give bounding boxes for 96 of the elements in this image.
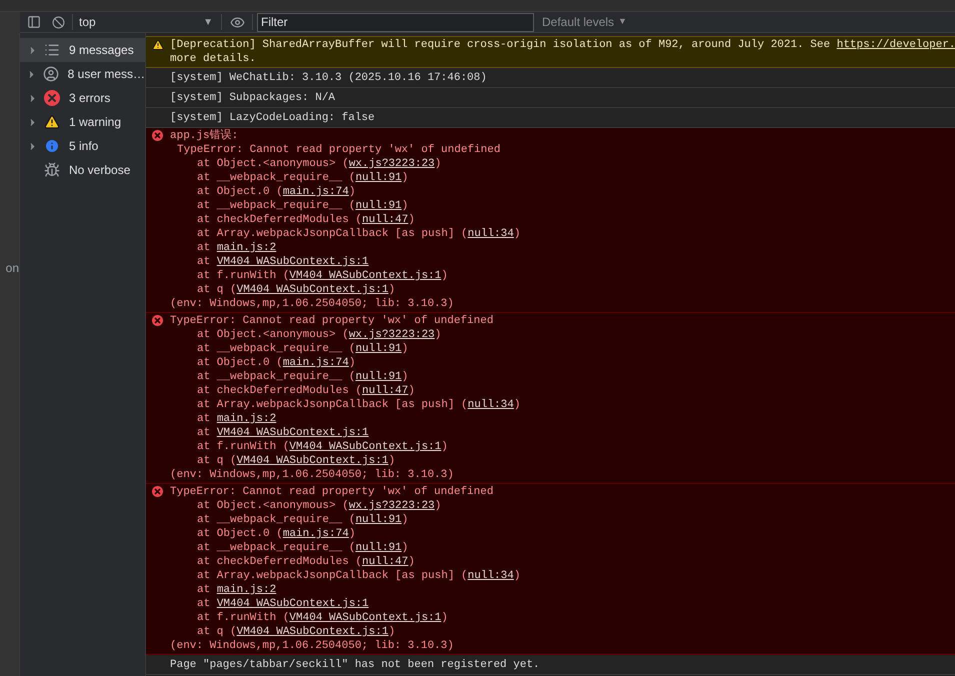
url-link[interactable]: https://developer.	[836, 39, 955, 51]
source-link[interactable]: VM404 WASubContext.js:1	[236, 626, 388, 638]
stack-frame: at f.runWith (VM404 WASubContext.js:1)	[170, 611, 520, 625]
source-link[interactable]: null:91	[355, 542, 402, 554]
stack-frame: at Object.<anonymous> (wx.js?3223:23)	[170, 157, 520, 171]
source-link[interactable]: null:47	[362, 214, 408, 226]
source-link[interactable]: main.js:74	[282, 186, 349, 198]
source-link[interactable]: VM404 WASubContext.js:1	[216, 598, 369, 610]
log-message: [system] Subpackages: N/A	[170, 91, 336, 105]
list-icon	[44, 42, 60, 58]
source-link[interactable]: null:91	[355, 514, 402, 526]
sidebar-item[interactable]: 9 messages	[20, 38, 145, 62]
stack-frame: at __webpack_require__ (null:91)	[170, 513, 520, 527]
stack-frame: at Object.<anonymous> (wx.js?3223:23)	[170, 499, 520, 513]
stack-frame: at __webpack_require__ (null:91)	[170, 199, 520, 213]
sidebar-item[interactable]: 3 errors	[20, 86, 145, 110]
info-icon	[44, 138, 60, 154]
stack-frame: at main.js:2	[170, 583, 520, 597]
sidebar-item[interactable]: 1 warning	[20, 110, 145, 134]
source-link[interactable]: VM404 WASubContext.js:1	[289, 612, 442, 624]
context-dropdown[interactable]: top ▼	[77, 12, 217, 32]
stack-frame: at Object.0 (main.js:74)	[170, 356, 520, 370]
stack-frame: at VM404 WASubContext.js:1	[170, 426, 520, 440]
stack-frame: at checkDeferredModules (null:47)	[170, 213, 520, 227]
stack-frame: at Array.webpackJsonpCallback [as push] (null:34)	[170, 569, 520, 583]
source-link[interactable]: main.js:74	[282, 357, 349, 369]
log-message: Page "pages/tabbar/seckill" has not been registered yet.	[170, 658, 541, 672]
source-link[interactable]: main.js:74	[282, 528, 349, 540]
error-text: TypeError: Cannot read property 'wx' of undefined	[176, 143, 502, 157]
stack-frame: at __webpack_require__ (null:91)	[170, 370, 520, 384]
clear-icon	[52, 16, 64, 28]
error-text: TypeError: Cannot read property 'wx' of undefined	[170, 485, 494, 499]
warning-icon	[152, 39, 164, 51]
stack-frame: at checkDeferredModules (null:47)	[170, 384, 520, 398]
stack-frame: at __webpack_require__ (null:91)	[170, 342, 520, 356]
source-link[interactable]: null:91	[355, 200, 402, 212]
sidebar-item[interactable]: 5 info	[20, 134, 145, 158]
sidebar-item[interactable]: No verbose	[20, 158, 145, 182]
stack-frame: at VM404 WASubContext.js:1	[170, 597, 520, 611]
error-text: TypeError: Cannot read property 'wx' of undefined	[170, 314, 494, 328]
source-link[interactable]: main.js:2	[216, 413, 276, 425]
source-link[interactable]: null:34	[468, 570, 514, 582]
source-link[interactable]: VM404 WASubContext.js:1	[236, 455, 388, 467]
stack-frame: at main.js:2	[170, 412, 520, 426]
error-title: app.js错误:	[170, 129, 240, 143]
stack-frame: at main.js:2	[170, 241, 520, 255]
stack-frame: at __webpack_require__ (null:91)	[170, 541, 520, 555]
source-link[interactable]: VM404 WASubContext.js:1	[289, 441, 442, 453]
caret-icon: ▼	[618, 15, 627, 29]
stack-frame: at VM404 WASubContext.js:1	[170, 255, 520, 269]
source-link[interactable]: null:34	[468, 399, 514, 411]
source-link[interactable]: null:47	[362, 385, 408, 397]
source-link[interactable]: wx.js?3223:23	[348, 500, 435, 512]
source-link[interactable]: main.js:2	[216, 242, 276, 254]
eye-icon	[230, 14, 244, 30]
stack-frame: at Object.0 (main.js:74)	[170, 527, 520, 541]
source-link[interactable]: VM404 WASubContext.js:1	[289, 270, 442, 282]
source-link[interactable]: null:91	[355, 172, 402, 184]
stack-frame: at q (VM404 WASubContext.js:1)	[170, 454, 520, 468]
edge-text: on	[6, 260, 19, 277]
stack-frame: at q (VM404 WASubContext.js:1)	[170, 283, 520, 297]
stack-frame: at __webpack_require__ (null:91)	[170, 171, 520, 185]
log-message: [system] WeChatLib: 3.10.3 (2025.10.16 17:46:08)	[170, 71, 488, 85]
source-link[interactable]: wx.js?3223:23	[348, 158, 435, 170]
source-link[interactable]: null:47	[362, 556, 408, 568]
message-text: [Deprecation] SharedArrayBuffer will require cross-origin isolation as of M92, around July 2021. See https://developer.	[170, 38, 955, 52]
stack-frame: at Array.webpackJsonpCallback [as push] (null:34)	[170, 398, 520, 412]
stack-frame: at q (VM404 WASubContext.js:1)	[170, 625, 520, 639]
stack-frame: at Object.0 (main.js:74)	[170, 185, 520, 199]
log-message: [system] LazyCodeLoading: false	[170, 111, 376, 125]
bug-icon	[44, 162, 60, 178]
error-icon	[44, 90, 60, 106]
source-link[interactable]: wx.js?3223:23	[348, 329, 435, 341]
source-link[interactable]: null:34	[468, 228, 514, 240]
source-link[interactable]: VM404 WASubContext.js:1	[236, 284, 388, 296]
source-link[interactable]: VM404 WASubContext.js:1	[216, 427, 369, 439]
source-link[interactable]: null:91	[355, 343, 402, 355]
source-link[interactable]: VM404 WASubContext.js:1	[216, 256, 369, 268]
user-icon	[43, 66, 60, 82]
message-text: more details.	[170, 52, 257, 66]
stack-frame: at checkDeferredModules (null:47)	[170, 555, 520, 569]
env-text: (env: Windows,mp,1.06.2504050; lib: 3.10.3)	[170, 297, 455, 311]
sidebar-icon	[27, 15, 41, 29]
source-link[interactable]: null:91	[355, 371, 402, 383]
stack-frame: at f.runWith (VM404 WASubContext.js:1)	[170, 440, 520, 454]
env-text: (env: Windows,mp,1.06.2504050; lib: 3.10.3)	[170, 639, 455, 653]
env-text: (env: Windows,mp,1.06.2504050; lib: 3.10.3)	[170, 468, 455, 482]
warning-icon	[44, 114, 60, 130]
caret-icon: ▼	[203, 14, 213, 30]
stack-frame: at Object.<anonymous> (wx.js?3223:23)	[170, 328, 520, 342]
stack-frame: at Array.webpackJsonpCallback [as push] (null:34)	[170, 227, 520, 241]
stack-frame: at f.runWith (VM404 WASubContext.js:1)	[170, 269, 520, 283]
filter-field[interactable]: Filter	[257, 12, 534, 32]
levels-dropdown[interactable]: Default levels ▼	[542, 12, 627, 32]
source-link[interactable]: main.js:2	[216, 584, 276, 596]
sidebar-item[interactable]: 8 user mess…	[20, 62, 145, 86]
